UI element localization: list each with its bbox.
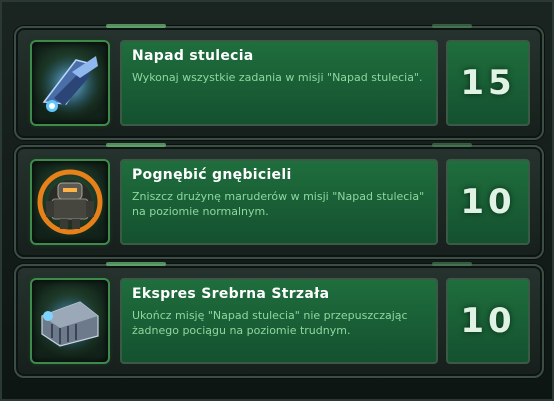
achievement-points-panel: 15	[446, 40, 530, 126]
marauder-icon	[32, 161, 108, 243]
achievement-points: 10	[460, 182, 516, 222]
achievement-icon-frame	[30, 159, 110, 245]
achievements-panel: Napad stulecia Wykonaj wszystkie zadania…	[0, 0, 554, 401]
achievement-icon-frame	[30, 40, 110, 126]
achievement-title: Pognębić gnębicieli	[132, 167, 292, 183]
achievement-title: Ekspres Srebrna Strzała	[132, 286, 330, 302]
train-icon	[32, 280, 108, 362]
achievement-card[interactable]: Napad stulecia Wykonaj wszystkie zadania…	[14, 24, 544, 140]
achievement-description: Ukończ misję "Napad stulecia" nie przepu…	[132, 309, 408, 337]
achievement-description: Wykonaj wszystkie zadania w misji "Napad…	[132, 71, 423, 84]
achievement-description: Zniszcz drużynę maruderów w misji "Napad…	[132, 190, 425, 218]
achievement-text-panel: Pognębić gnębicieli Zniszcz drużynę maru…	[120, 159, 438, 245]
achievement-points-panel: 10	[446, 278, 530, 364]
achievement-icon-frame	[30, 278, 110, 364]
achievement-card[interactable]: Ekspres Srebrna Strzała Ukończ misję "Na…	[14, 262, 544, 378]
achievement-title: Napad stulecia	[132, 48, 254, 64]
achievement-points: 10	[460, 301, 516, 341]
achievement-points: 15	[460, 63, 516, 103]
achievement-card[interactable]: Pognębić gnębicieli Zniszcz drużynę maru…	[14, 143, 544, 259]
achievement-text-panel: Napad stulecia Wykonaj wszystkie zadania…	[120, 40, 438, 126]
achievement-points-panel: 10	[446, 159, 530, 245]
dropship-icon	[32, 42, 108, 124]
achievement-text-panel: Ekspres Srebrna Strzała Ukończ misję "Na…	[120, 278, 438, 364]
